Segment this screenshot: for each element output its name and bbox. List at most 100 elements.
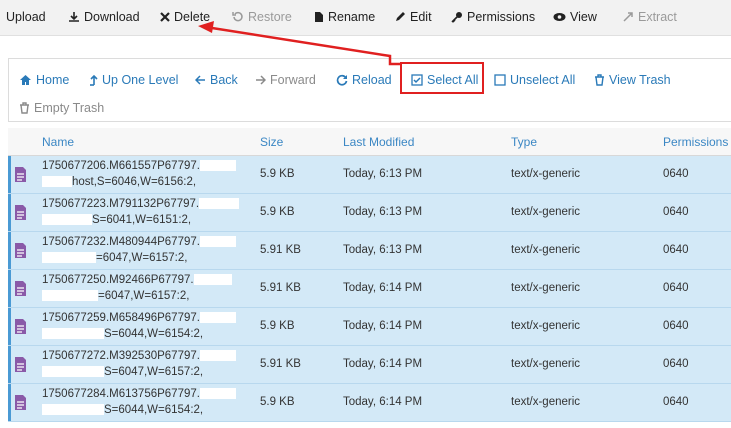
arrow-left-icon [195,75,205,85]
column-header-type[interactable]: Type [511,135,537,149]
table-row[interactable]: 1750677223.M791132P67797. S=6041,W=6151:… [8,194,731,232]
back-label: Back [210,73,238,87]
download-icon [69,12,79,22]
file-modified: Today, 6:13 PM [343,206,423,218]
forward-button[interactable]: Forward [255,71,316,89]
eye-icon [553,13,566,21]
edit-label: Edit [410,10,432,24]
column-header-permissions[interactable]: Permissions [663,135,728,149]
permissions-label: Permissions [467,10,536,24]
redaction [42,214,92,226]
empty-trash-label: Empty Trash [34,101,105,115]
column-header-name[interactable]: Name [42,135,74,149]
reload-label: Reload [352,73,392,87]
file-name-line1: 1750677259.M658496P67797. [42,312,200,324]
table-header: Name Size Last Modified Type Permissions [8,128,731,156]
table-row[interactable]: 1750677272.M392530P67797. S=6047,W=6157:… [8,346,731,384]
home-button[interactable]: Home [19,71,69,89]
extract-label: Extract [638,10,677,24]
file-name: 1750677223.M791132P67797. [42,198,240,210]
file-permissions: 0640 [663,358,689,370]
view-trash-button[interactable]: View Trash [594,71,671,89]
file-permissions: 0640 [663,206,689,218]
row-selection-indicator [8,232,11,269]
rename-label: Rename [328,10,376,24]
empty-trash-button[interactable]: Empty Trash [19,99,104,117]
file-size: 5.9 KB [260,396,295,408]
file-name-line2: host,S=6046,W=6156:2, [42,176,196,188]
restore-button[interactable]: Restore [232,8,292,26]
toolbar-spacer [0,36,731,58]
file-name-line2-text: =6047,W=6157:2, [96,252,188,264]
file-toolbar: Upload Download Delete Restore Rename Ed… [0,0,731,36]
redaction [199,388,236,400]
file-name-line2: S=6047,W=6157:2, [42,366,203,378]
table-row[interactable]: 1750677206.M661557P67797. host,S=6046,W=… [8,156,731,194]
view-button[interactable]: View [553,8,597,26]
file-modified: Today, 6:14 PM [343,282,423,294]
redaction [42,252,96,264]
file-name: 1750677250.M92466P67797. [42,274,232,286]
redaction [42,366,104,378]
file-name-line2: =6047,W=6157:2, [42,252,187,264]
edit-button[interactable]: Edit [394,8,432,26]
unselect-all-button[interactable]: Unselect All [494,71,575,89]
back-button[interactable]: Back [195,71,238,89]
redaction [42,404,104,416]
file-name-line2-text: S=6041,W=6151:2, [92,214,192,226]
file-size: 5.91 KB [260,282,301,294]
home-label: Home [36,73,70,87]
arrow-right-icon [256,75,266,85]
permissions-button[interactable]: Permissions [451,8,535,26]
file-name-line2-text: S=6047,W=6157:2, [104,366,204,378]
file-name: 1750677232.M480944P67797. [42,236,236,248]
file-type: text/x-generic [511,168,581,180]
file-size: 5.91 KB [260,358,301,370]
file-type: text/x-generic [511,396,581,408]
table-row[interactable]: 1750677284.M613756P67797. S=6044,W=6154:… [8,384,731,422]
file-icon [15,395,26,410]
row-selection-indicator [8,308,11,345]
file-icon [15,243,26,258]
key-icon [451,12,462,23]
redaction [42,290,98,302]
file-name: 1750677206.M661557P67797. [42,160,236,172]
file-name-line1: 1750677232.M480944P67797. [42,236,200,248]
redaction [42,176,72,188]
navigation-bar: Home Up One Level Back Forward Reload Se… [8,58,731,122]
file-name-line2-text: host,S=6046,W=6156:2, [72,176,197,188]
file-icon [15,205,26,220]
file-modified: Today, 6:14 PM [343,396,423,408]
up-one-level-button[interactable]: Up One Level [89,71,178,89]
file-name: 1750677259.M658496P67797. [42,312,236,324]
row-selection-indicator [8,156,11,193]
table-row[interactable]: 1750677250.M92466P67797. =6047,W=6157:2,… [8,270,731,308]
download-button[interactable]: Download [68,8,140,26]
file-name-line1: 1750677223.M791132P67797. [42,198,200,210]
file-size: 5.9 KB [260,168,295,180]
rename-button[interactable]: Rename [314,8,375,26]
file-name: 1750677284.M613756P67797. [42,388,236,400]
file-name-line2: S=6041,W=6151:2, [42,214,191,226]
file-name-line2: S=6044,W=6154:2, [42,404,203,416]
file-name-line2-text: S=6044,W=6154:2, [104,328,204,340]
upload-button[interactable]: Upload [2,8,46,26]
redaction [199,350,236,362]
file-type: text/x-generic [511,206,581,218]
file-modified: Today, 6:13 PM [343,244,423,256]
redaction [199,236,236,248]
file-permissions: 0640 [663,320,689,332]
column-header-size[interactable]: Size [260,135,283,149]
delete-label: Delete [174,10,211,24]
table-row[interactable]: 1750677259.M658496P67797. S=6044,W=6154:… [8,308,731,346]
column-header-last-modified[interactable]: Last Modified [343,135,414,149]
file-modified: Today, 6:14 PM [343,358,423,370]
delete-button[interactable]: Delete [160,8,210,26]
extract-button[interactable]: Extract [622,8,677,26]
reload-button[interactable]: Reload [336,71,392,89]
file-icon [15,319,26,334]
row-selection-indicator [8,384,11,421]
upload-label: Upload [6,10,46,24]
pencil-icon [396,12,405,21]
table-row[interactable]: 1750677232.M480944P67797. =6047,W=6157:2… [8,232,731,270]
